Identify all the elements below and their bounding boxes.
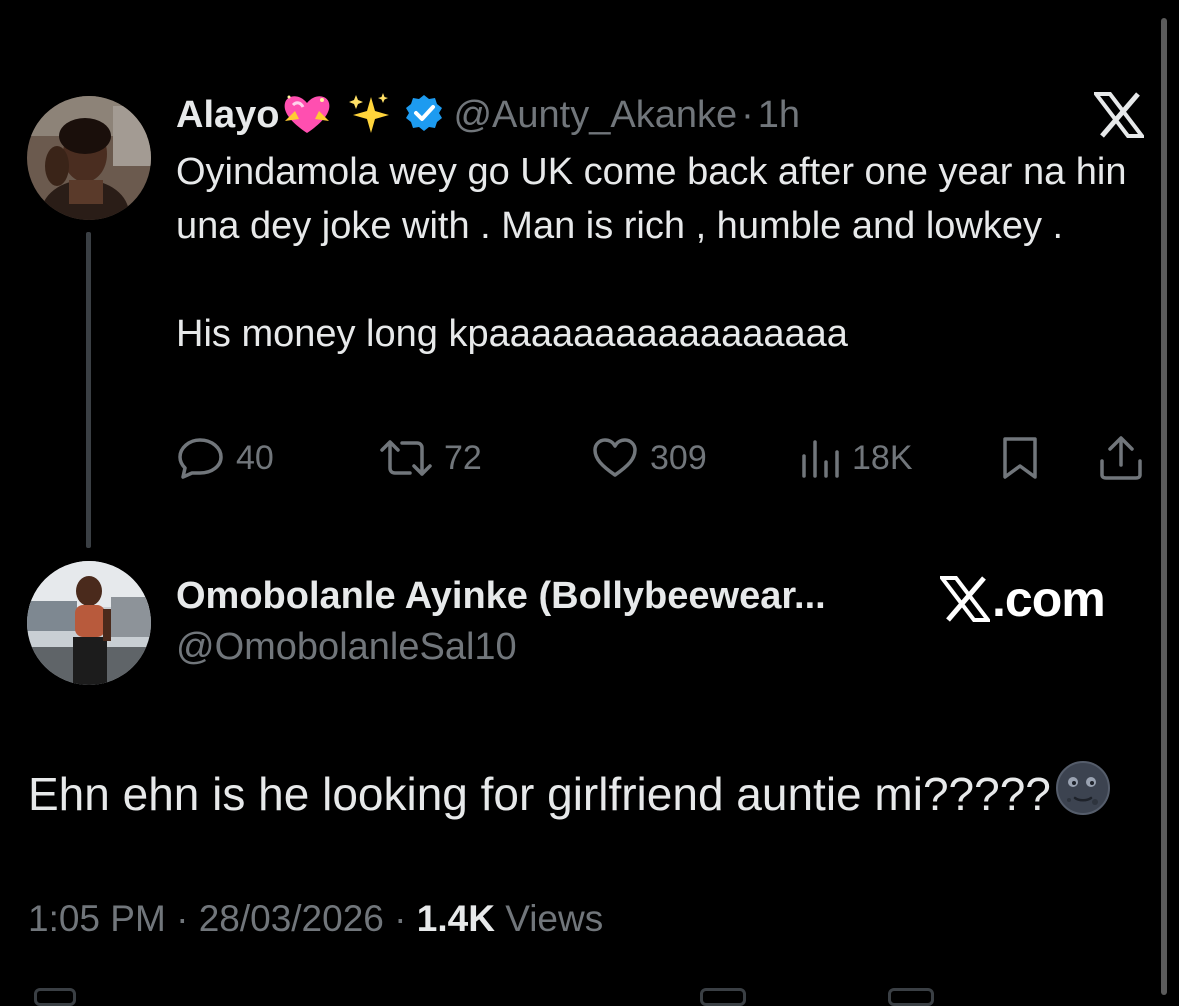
reply-time[interactable]: 1:05 PM: [28, 898, 166, 939]
reply-icon: [178, 438, 223, 479]
bar-chart-icon: [802, 440, 839, 478]
tweet-paragraph: Oyindamola wey go UK come back after one…: [176, 151, 1127, 247]
reply-text: Ehn ehn is he looking for girlfriend aun…: [28, 760, 1111, 827]
x-logo-icon: [940, 576, 990, 622]
toolbar-icon-partial[interactable]: [700, 988, 746, 1006]
separator-dot: ·: [394, 898, 407, 939]
retweet-icon: [380, 440, 432, 476]
reply-button[interactable]: 40: [178, 432, 274, 484]
avatar[interactable]: [27, 561, 151, 685]
verified-badge-icon[interactable]: [405, 94, 443, 137]
reply-metadata: 1:05 PM · 28/03/2026 · 1.4K Views: [28, 898, 603, 940]
heart-icon: [593, 438, 637, 477]
toolbar-icon-partial[interactable]: [34, 988, 76, 1006]
x-logo-icon: [1091, 92, 1147, 143]
avatar[interactable]: [27, 96, 151, 220]
like-button[interactable]: 309: [592, 432, 707, 484]
reply-count: 40: [236, 438, 274, 477]
reply-author-handle[interactable]: @OmobolanleSal10: [176, 626, 517, 669]
tweet-paragraph: His money long kpaaaaaaaaaaaaaaaaa: [176, 313, 848, 355]
like-count: 309: [650, 438, 707, 477]
heart-with-ribbon-emoji: [281, 91, 333, 140]
author-handle[interactable]: @Aunty_Akanke: [453, 94, 737, 137]
sparkles-emoji: [347, 91, 391, 140]
reply-date[interactable]: 28/03/2026: [199, 898, 384, 939]
new-moon-face-emoji: [1055, 760, 1111, 827]
retweet-button[interactable]: 72: [380, 432, 482, 484]
share-button[interactable]: [1098, 432, 1144, 484]
x-com-brand-text: .com: [992, 571, 1106, 627]
separator-dot: ·: [176, 898, 189, 939]
share-icon: [1100, 436, 1142, 480]
views-button[interactable]: 18K: [800, 432, 913, 484]
separator-dot: ·: [741, 93, 754, 136]
retweet-count: 72: [444, 438, 482, 477]
toolbar-icon-partial[interactable]: [888, 988, 934, 1006]
x-com-brand: .com: [940, 570, 1106, 628]
thread-connector-line: [86, 232, 91, 548]
views-count: 18K: [852, 438, 913, 477]
reply-views-label: Views: [505, 898, 604, 939]
bookmark-button[interactable]: [1000, 432, 1040, 484]
tweet-time[interactable]: 1h: [758, 94, 800, 137]
tweet-header: Alayo @Aunty_Akanke · 1h: [176, 90, 800, 140]
author-display-name[interactable]: Alayo: [176, 94, 279, 137]
bookmark-icon: [1003, 437, 1037, 479]
reply-views-count[interactable]: 1.4K: [417, 898, 495, 939]
scrollbar[interactable]: [1161, 18, 1167, 995]
reply-text-content: Ehn ehn is he looking for girlfriend aun…: [28, 767, 1051, 820]
reply-author-display-name[interactable]: Omobolanle Ayinke (Bollybeewear...: [176, 575, 826, 618]
tweet-text: Oyindamola wey go UK come back after one…: [176, 145, 1151, 361]
